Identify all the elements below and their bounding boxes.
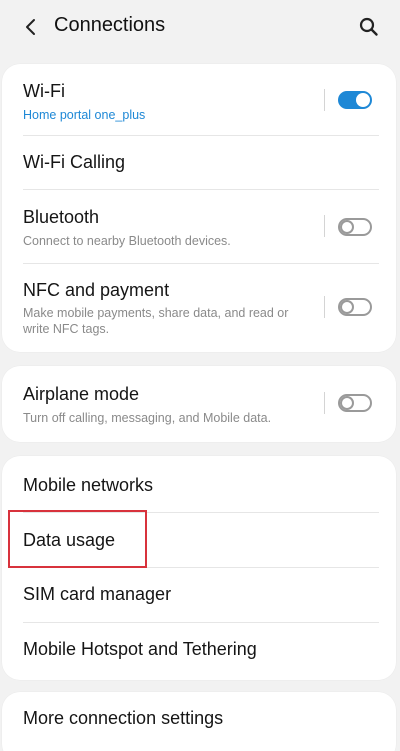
list-item-bluetooth[interactable]: Bluetooth Connect to nearby Bluetooth de…: [2, 190, 396, 262]
toggle-knob: [340, 300, 354, 314]
back-arrow-icon: [26, 19, 35, 35]
wifi-toggle[interactable]: [338, 91, 372, 109]
separator-line: [324, 296, 325, 318]
sim-card-manager-title: SIM card manager: [23, 584, 172, 604]
bluetooth-subtitle: Connect to nearby Bluetooth devices.: [23, 234, 231, 248]
separator-line: [324, 89, 325, 111]
bluetooth-toggle[interactable]: [338, 218, 372, 236]
wifi-title: Wi-Fi: [23, 81, 65, 101]
airplane-mode-subtitle: Turn off calling, messaging, and Mobile …: [23, 411, 272, 425]
toggle-knob: [356, 93, 370, 107]
connections-screen: Connections Wi-Fi Home portal one_plus W…: [0, 0, 400, 751]
list-item-airplane-mode[interactable]: Airplane mode Turn off calling, messagin…: [2, 366, 396, 442]
toggle-knob: [340, 220, 354, 234]
search-icon: [359, 17, 378, 36]
list-item-mobile-networks[interactable]: Mobile networks: [2, 456, 396, 512]
nfc-toggle[interactable]: [338, 298, 372, 316]
search-button[interactable]: [354, 12, 384, 42]
nfc-subtitle: Make mobile payments, share data, and re…: [23, 306, 289, 336]
nfc-title: NFC and payment: [23, 280, 170, 300]
wifi-calling-title: Wi-Fi Calling: [23, 152, 126, 172]
bluetooth-title: Bluetooth: [23, 207, 100, 227]
highlight-box: [8, 510, 147, 568]
separator-line: [324, 215, 325, 237]
list-item-sim-card-manager[interactable]: SIM card manager: [2, 568, 396, 622]
connections-card-airplane: Airplane mode Turn off calling, messagin…: [2, 366, 396, 442]
airplane-mode-toggle[interactable]: [338, 394, 372, 412]
list-item-mobile-hotspot[interactable]: Mobile Hotspot and Tethering: [2, 623, 396, 680]
more-connection-settings-title: More connection settings: [23, 708, 224, 728]
list-item-wifi[interactable]: Wi-Fi Home portal one_plus: [2, 64, 396, 134]
list-item-wifi-calling[interactable]: Wi-Fi Calling: [2, 136, 396, 188]
mobile-hotspot-title: Mobile Hotspot and Tethering: [23, 639, 257, 659]
list-item-more-connection-settings[interactable]: More connection settings: [2, 692, 396, 746]
mobile-networks-title: Mobile networks: [23, 475, 154, 495]
airplane-mode-title: Airplane mode: [23, 384, 140, 404]
wifi-network-name: Home portal one_plus: [23, 108, 146, 122]
back-button[interactable]: [14, 12, 48, 42]
separator-line: [324, 392, 325, 414]
page-title: Connections: [54, 14, 166, 36]
connections-card-networks: Mobile networks Data usage SIM card mana…: [2, 456, 396, 680]
toggle-knob: [340, 396, 354, 410]
app-bar: Connections: [0, 0, 400, 56]
list-item-nfc-payment[interactable]: NFC and payment Make mobile payments, sh…: [2, 264, 396, 352]
connections-card-more: More connection settings: [2, 692, 396, 751]
connections-card-primary: Wi-Fi Home portal one_plus Wi-Fi Calling…: [2, 64, 396, 352]
